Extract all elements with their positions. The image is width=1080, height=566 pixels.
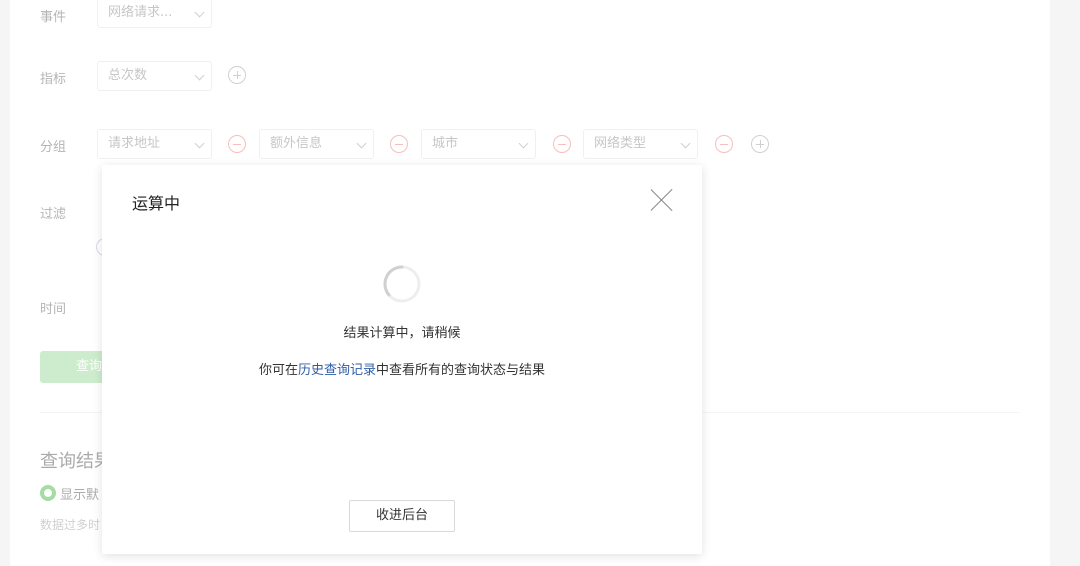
time-label: 时间	[40, 302, 67, 317]
group-select-1[interactable]: 请求地址	[97, 129, 212, 159]
history-hint-suffix: 中查看所有的查询状态与结果	[376, 363, 546, 378]
computing-modal: 运算中 结果计算中，请稍候 你可在历史查询记录中查看所有的查询状态与结果 收进后…	[102, 165, 702, 554]
group-select-value: 城市	[432, 136, 459, 151]
display-default-radio[interactable]	[40, 485, 56, 501]
modal-title: 运算中	[132, 194, 181, 213]
remove-group-icon[interactable]	[390, 135, 408, 153]
computing-status: 结果计算中，请稍候	[343, 326, 461, 341]
history-query-link[interactable]: 历史查询记录	[298, 363, 376, 378]
loading-spinner-icon	[383, 265, 421, 303]
remove-group-icon[interactable]	[228, 135, 246, 153]
group-label: 分组	[40, 140, 67, 155]
add-metric-icon[interactable]	[228, 66, 246, 84]
chevron-down-icon	[194, 70, 205, 81]
group-select-value: 网络类型	[594, 136, 647, 151]
remove-group-icon[interactable]	[715, 135, 733, 153]
group-select-4[interactable]: 网络类型	[583, 129, 698, 159]
chevron-down-icon	[356, 138, 367, 149]
group-select-value: 额外信息	[270, 136, 323, 151]
metric-select-value: 总次数	[108, 68, 148, 83]
add-group-icon[interactable]	[751, 135, 769, 153]
close-icon[interactable]	[649, 187, 675, 213]
filter-label: 过滤	[40, 207, 67, 222]
history-hint-prefix: 你可在	[258, 363, 298, 378]
chevron-down-icon	[518, 138, 529, 149]
results-hint: 数据过多时	[40, 518, 101, 532]
group-select-3[interactable]: 城市	[421, 129, 536, 159]
chevron-down-icon	[680, 138, 691, 149]
group-select-2[interactable]: 额外信息	[259, 129, 374, 159]
chevron-down-icon	[194, 138, 205, 149]
remove-group-icon[interactable]	[553, 135, 571, 153]
event-label: 事件	[40, 10, 67, 25]
run-in-background-button[interactable]: 收进后台	[349, 500, 455, 532]
history-hint: 你可在历史查询记录中查看所有的查询状态与结果	[102, 359, 702, 378]
event-select[interactable]: 网络请求...	[97, 0, 212, 28]
metric-label: 指标	[40, 72, 67, 87]
metric-select[interactable]: 总次数	[97, 61, 212, 91]
event-select-value: 网络请求...	[108, 5, 173, 20]
chevron-down-icon	[194, 7, 205, 18]
group-select-value: 请求地址	[108, 136, 161, 151]
display-default-label: 显示默	[60, 488, 100, 503]
